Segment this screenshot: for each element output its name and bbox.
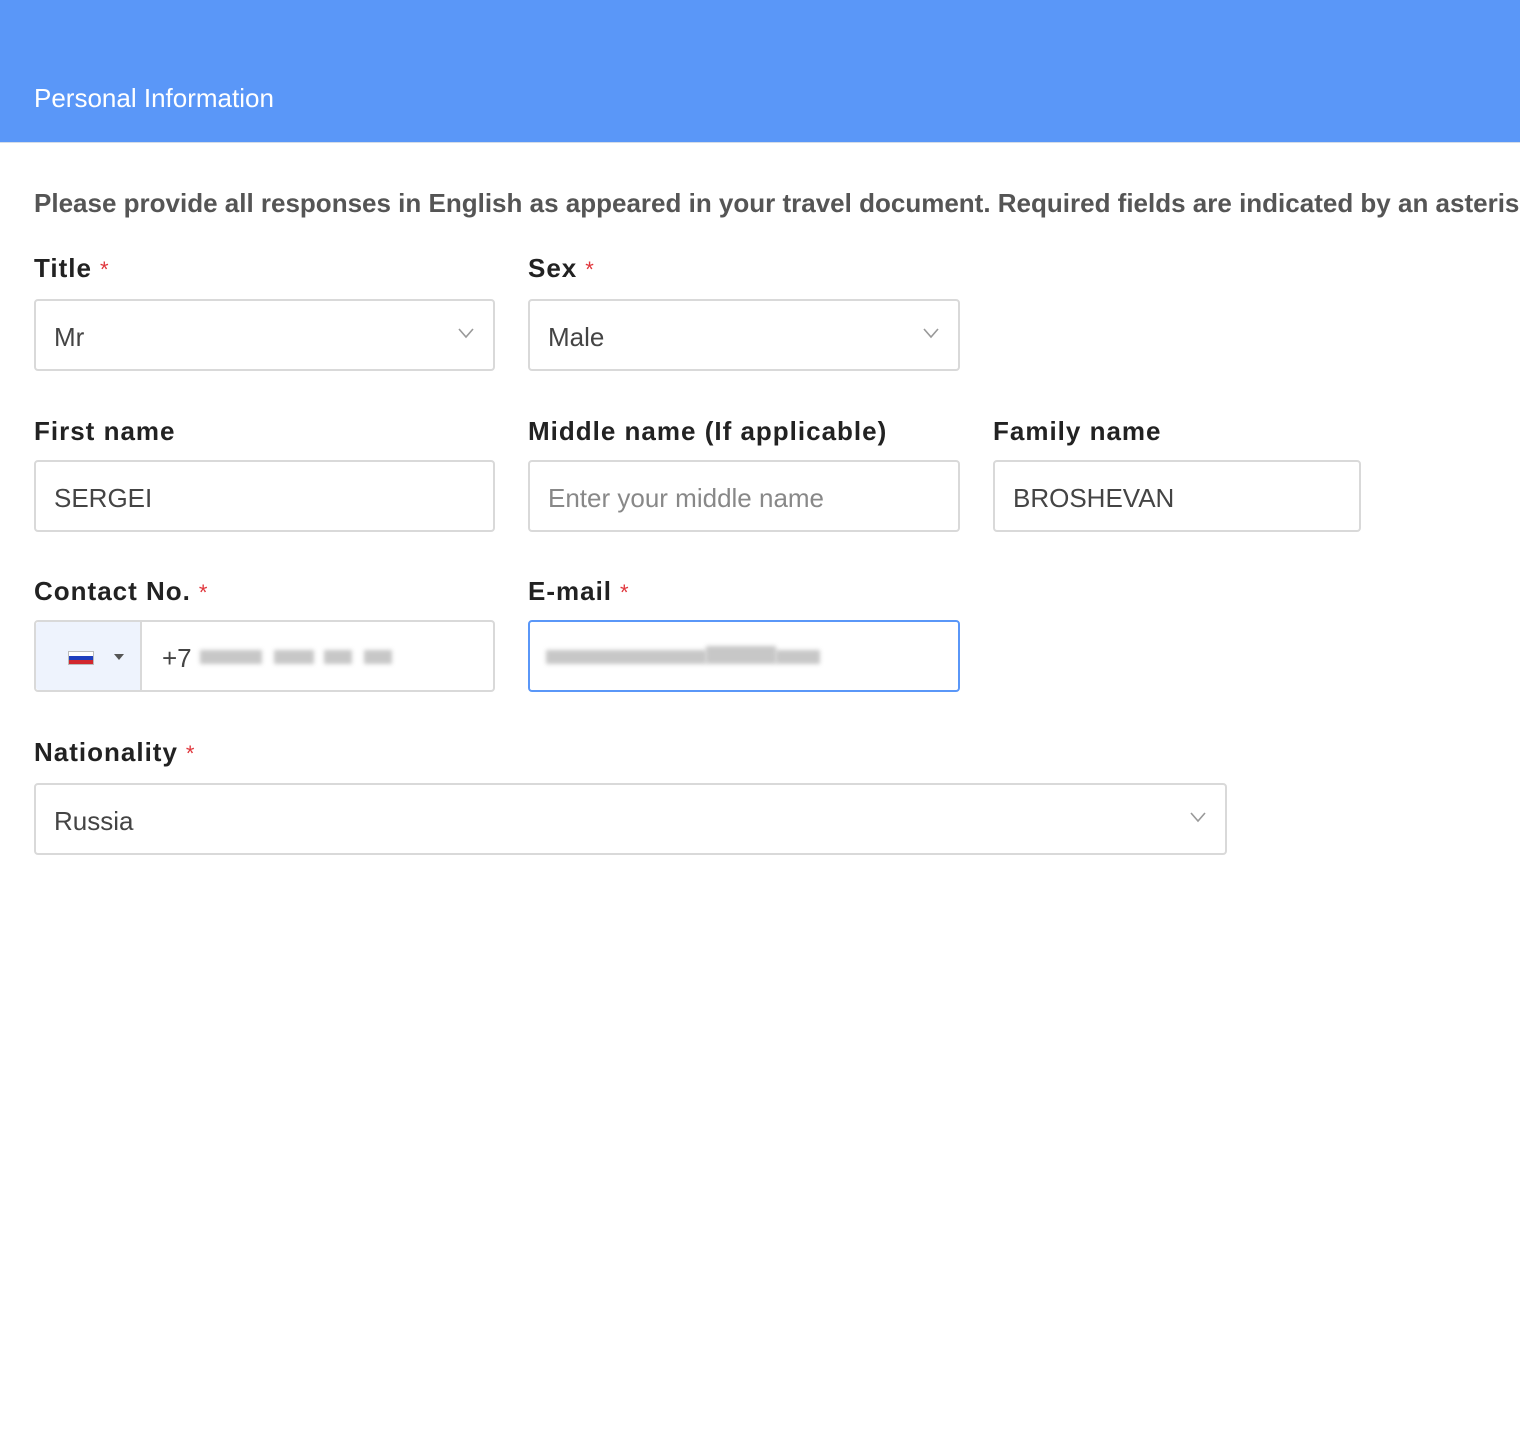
chevron-down-icon [923, 328, 939, 339]
email-label: E-mail [528, 576, 613, 606]
title-required-asterisk: * [99, 257, 110, 282]
page-title: Personal Information [34, 83, 274, 113]
first-name-label: First name [34, 416, 176, 446]
family-name-value: BROSHEVAN [1013, 483, 1175, 513]
title-label: Title [34, 253, 92, 283]
intro-text: Please provide all responses in English … [34, 188, 1520, 218]
sex-label-row: Sex * [528, 252, 595, 284]
sex-required-asterisk: * [585, 257, 595, 282]
country-code-dropdown[interactable] [36, 622, 142, 690]
nationality-label-row: Nationality * [34, 736, 195, 768]
title-select[interactable]: Mr [34, 299, 495, 371]
middle-name-label: Middle name (If applicable) [528, 416, 888, 446]
nationality-select-value: Russia [54, 806, 134, 836]
nationality-select[interactable]: Russia [34, 783, 1227, 855]
intro-text-container: Please provide all responses in English … [34, 187, 1520, 219]
dial-code: +7 [162, 643, 192, 673]
contact-required-asterisk: * [198, 580, 209, 605]
nationality-label: Nationality [34, 737, 178, 767]
family-name-field[interactable]: BROSHEVAN [993, 460, 1361, 532]
contact-field[interactable]: +7 [34, 620, 495, 692]
sex-select[interactable]: Male [528, 299, 960, 371]
first-name-field[interactable]: SERGEI [34, 460, 495, 532]
contact-label: Contact No. [34, 576, 191, 606]
chevron-down-icon [1190, 812, 1206, 823]
first-name-value: SERGEI [54, 483, 153, 513]
caret-down-icon [114, 654, 124, 660]
family-name-label: Family name [993, 416, 1162, 446]
sex-select-value: Male [548, 322, 605, 352]
email-required-asterisk: * [620, 580, 630, 605]
russia-flag-icon [68, 651, 94, 665]
middle-name-placeholder: Enter your middle name [548, 483, 825, 513]
title-label-row: Title * [34, 252, 110, 284]
contact-label-row: Contact No. * [34, 575, 208, 607]
email-field[interactable] [528, 620, 960, 692]
title-select-value: Mr [54, 322, 85, 352]
nationality-required-asterisk: * [185, 741, 196, 766]
middle-name-field[interactable]: Enter your middle name [528, 460, 960, 532]
page-header: Personal Information [0, 0, 1520, 143]
sex-label: Sex [528, 253, 578, 283]
email-label-row: E-mail * [528, 575, 630, 607]
chevron-down-icon [458, 328, 474, 339]
